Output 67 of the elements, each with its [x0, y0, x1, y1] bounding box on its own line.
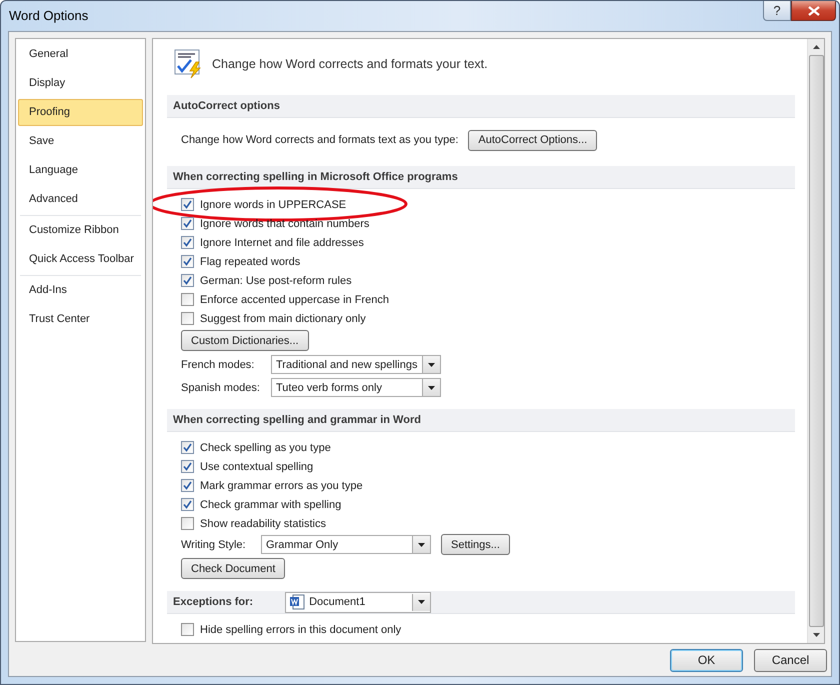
dropdown[interactable]: Tuteo verb forms only	[271, 378, 441, 397]
checkbox[interactable]	[181, 255, 194, 268]
checkbox-label[interactable]: Check spelling as you type	[200, 442, 331, 454]
scroll-down-icon	[812, 633, 820, 637]
checkbox[interactable]	[181, 274, 194, 287]
sidebar-item[interactable]: Display	[18, 70, 143, 97]
ok-button[interactable]: OK	[670, 648, 743, 672]
checkbox-label[interactable]: Ignore Internet and file addresses	[200, 236, 364, 248]
document-dropdown[interactable]: Document1	[285, 592, 432, 612]
close-icon	[808, 6, 820, 16]
autocorrect-options-button[interactable]: AutoCorrect Options...	[468, 130, 598, 150]
dropdown-arrow-icon	[418, 600, 426, 604]
checkbox-label[interactable]: Check grammar with spelling	[200, 498, 342, 510]
checkbox[interactable]	[181, 441, 194, 454]
sidebar-item[interactable]: Language	[18, 157, 143, 184]
scrollbar[interactable]	[807, 39, 824, 643]
dropdown[interactable]: Traditional and new spellings	[271, 355, 441, 374]
window-title: Word Options	[9, 8, 88, 23]
sidebar-item[interactable]: General	[18, 41, 143, 68]
section-heading: When correcting spelling and grammar in Word	[173, 414, 421, 426]
checkbox[interactable]	[181, 312, 194, 325]
checkbox-label[interactable]: Enforce accented uppercase in French	[200, 294, 389, 306]
checkbox-label[interactable]: Flag repeated words	[200, 256, 300, 268]
scroll-up-icon	[812, 45, 820, 49]
dropdown-label: French modes:	[181, 358, 256, 370]
checkbox[interactable]	[181, 479, 194, 492]
checkbox-label[interactable]: Use contextual spelling	[200, 460, 314, 472]
checkbox-label[interactable]: Suggest from main dictionary only	[200, 312, 366, 324]
sidebar-item[interactable]: Customize Ribbon	[18, 217, 143, 244]
checkbox-label[interactable]: Show readability statistics	[200, 518, 326, 530]
checkbox[interactable]	[181, 198, 194, 211]
close-button[interactable]	[791, 1, 836, 21]
dropdown-label: Spanish modes:	[181, 382, 261, 394]
checkbox[interactable]	[181, 460, 194, 473]
sidebar-item[interactable]: Add-Ins	[18, 277, 143, 304]
checkbox[interactable]	[181, 293, 194, 306]
checkbox-label[interactable]: German: Use post-reform rules	[200, 274, 352, 286]
section-heading: AutoCorrect options	[173, 100, 280, 112]
help-button[interactable]: ?	[763, 1, 791, 21]
checkbox[interactable]	[181, 517, 194, 530]
sidebar-item[interactable]: Trust Center	[18, 306, 143, 333]
sidebar-item[interactable]: Proofing	[18, 99, 143, 126]
action-button[interactable]: Custom Dictionaries...	[181, 330, 309, 351]
action-button[interactable]: Check Document	[181, 558, 286, 579]
option-label: Change how Word corrects and formats text as you type:	[181, 134, 458, 146]
checkbox-label[interactable]: Ignore words in UPPERCASE	[200, 198, 346, 210]
dropdown-label: Writing Style:	[181, 538, 247, 550]
page-description: Change how Word corrects and formats your text.	[212, 57, 488, 71]
checkbox[interactable]	[181, 236, 194, 249]
sidebar-item[interactable]: Save	[18, 128, 143, 155]
section-heading: Exceptions for:	[173, 596, 254, 608]
scrollbar-thumb[interactable]	[808, 55, 824, 627]
checkbox[interactable]	[181, 498, 194, 511]
dropdown-arrow-icon	[428, 386, 435, 390]
checkbox[interactable]	[181, 217, 194, 230]
dropdown[interactable]: Grammar Only	[261, 535, 431, 554]
sidebar-item[interactable]: Quick Access Toolbar	[18, 246, 143, 273]
checkbox-label[interactable]: Mark grammar errors as you type	[200, 480, 363, 492]
settings-button[interactable]: Settings...	[441, 534, 510, 555]
checkbox-label[interactable]: Hide spelling errors in this document only	[200, 624, 402, 636]
document-icon	[289, 594, 306, 610]
dropdown-arrow-icon	[428, 362, 435, 366]
dropdown-arrow-icon	[418, 542, 425, 546]
section-heading: When correcting spelling in Microsoft Office programs	[173, 171, 458, 183]
cancel-button[interactable]: Cancel	[754, 648, 827, 672]
checkbox[interactable]	[181, 623, 194, 636]
sidebar-item[interactable]: Advanced	[18, 186, 143, 213]
